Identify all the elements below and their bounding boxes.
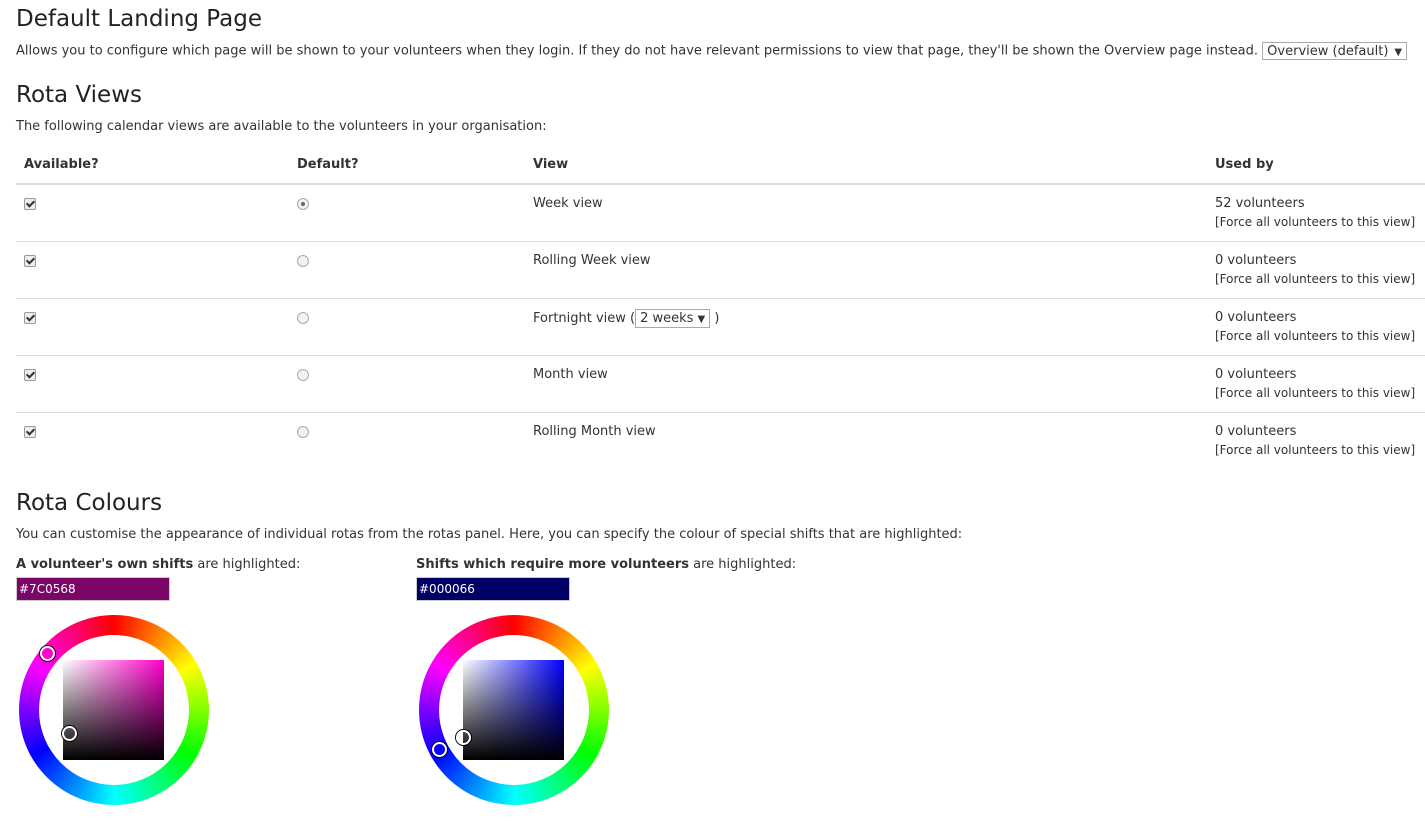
available-checkbox[interactable]	[24, 312, 36, 324]
saturation-square[interactable]	[463, 660, 564, 760]
own-shifts-colour-picker: A volunteer's own shifts are highlighted…	[16, 556, 300, 805]
force-view-link[interactable]: [Force all volunteers to this view]	[1215, 272, 1415, 286]
used-by-count: 0 volunteers	[1215, 424, 1297, 439]
available-checkbox[interactable]	[24, 198, 36, 210]
saturation-marker[interactable]	[456, 730, 471, 745]
more-volunteers-colour-input[interactable]: #000066	[416, 577, 570, 601]
landing-page-description: Allows you to configure which page will …	[16, 42, 1408, 61]
column-header-default: Default?	[289, 146, 525, 185]
force-view-link[interactable]: [Force all volunteers to this view]	[1215, 386, 1415, 400]
table-row: Rolling Week view 0 volunteers [Force all…	[16, 241, 1425, 299]
column-header-view: View	[525, 146, 1207, 185]
saturation-square[interactable]	[63, 660, 164, 760]
rota-views-description: The following calendar views are availab…	[16, 119, 547, 134]
view-name: Rolling Week view	[533, 253, 651, 268]
more-volunteers-label: Shifts which require more volunteers are…	[416, 557, 797, 572]
hue-marker[interactable]	[40, 646, 55, 661]
hue-marker[interactable]	[432, 742, 447, 757]
own-shifts-colour-input[interactable]: #7C0568	[16, 577, 170, 601]
default-radio[interactable]	[297, 426, 309, 438]
available-checkbox[interactable]	[24, 255, 36, 267]
table-header-row: Available? Default? View Used by	[16, 146, 1425, 185]
own-shifts-label: A volunteer's own shifts are highlighted…	[16, 557, 301, 572]
used-by-count: 0 volunteers	[1215, 310, 1297, 325]
used-by-count: 0 volunteers	[1215, 367, 1297, 382]
landing-page-select[interactable]: Overview (default) ▼	[1262, 42, 1408, 60]
view-name-fortnight: Fortnight view (2 weeks ▼ )	[533, 309, 720, 328]
table-row: Rolling Month view 0 volunteers [Force al…	[16, 413, 1425, 470]
view-name: Week view	[533, 196, 603, 211]
force-view-link[interactable]: [Force all volunteers to this view]	[1215, 329, 1415, 343]
rota-views-title: Rota Views	[16, 82, 143, 108]
more-volunteers-colour-picker: Shifts which require more volunteers are…	[416, 556, 796, 805]
chevron-down-icon: ▼	[697, 314, 706, 325]
more-volunteers-colour-wheel[interactable]	[419, 615, 609, 805]
view-name: Rolling Month view	[533, 424, 656, 439]
column-header-available: Available?	[16, 146, 289, 185]
landing-page-title: Default Landing Page	[16, 6, 262, 32]
used-by-count: 0 volunteers	[1215, 253, 1297, 268]
column-header-used-by: Used by	[1207, 146, 1425, 185]
rota-colours-title: Rota Colours	[16, 490, 163, 516]
force-view-link[interactable]: [Force all volunteers to this view]	[1215, 443, 1415, 457]
chevron-down-icon: ▼	[1394, 47, 1403, 58]
fortnight-weeks-select[interactable]: 2 weeks ▼	[635, 309, 711, 328]
table-row: Month view 0 volunteers [Force all volunt…	[16, 355, 1425, 413]
default-radio[interactable]	[297, 312, 309, 324]
default-radio[interactable]	[297, 255, 309, 267]
own-shifts-colour-wheel[interactable]	[19, 615, 209, 805]
rota-colours-description: You can customise the appearance of indi…	[16, 527, 963, 542]
force-view-link[interactable]: [Force all volunteers to this view]	[1215, 215, 1415, 229]
rota-views-table: Available? Default? View Used by Week vi…	[16, 146, 1425, 469]
default-radio[interactable]	[297, 198, 309, 210]
table-row: Fortnight view (2 weeks ▼ ) 0 volunteers […	[16, 298, 1425, 356]
default-radio[interactable]	[297, 369, 309, 381]
used-by-count: 52 volunteers	[1215, 196, 1305, 211]
available-checkbox[interactable]	[24, 369, 36, 381]
table-row: Week view 52 volunteers [Force all volunt…	[16, 184, 1425, 242]
saturation-marker[interactable]	[62, 726, 77, 741]
view-name: Month view	[533, 367, 608, 382]
available-checkbox[interactable]	[24, 426, 36, 438]
